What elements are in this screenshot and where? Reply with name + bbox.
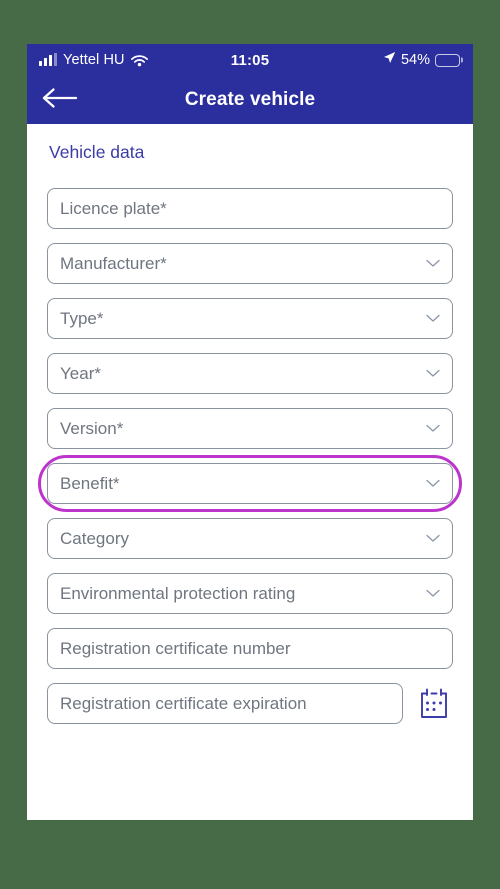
field-row: Type* — [47, 298, 453, 339]
battery-percent-label: 54% — [400, 52, 430, 68]
field-placeholder-label: Environmental protection rating — [60, 583, 296, 603]
calendar-icon[interactable] — [415, 684, 453, 724]
year-field[interactable]: Year* — [47, 353, 453, 394]
back-button[interactable] — [41, 83, 85, 117]
field-row: Category — [47, 518, 453, 559]
registration-certificate-expiration-field[interactable]: Registration certificate expiration — [47, 683, 403, 724]
field-placeholder-label: Year* — [60, 363, 101, 383]
manufacturer-field[interactable]: Manufacturer* — [47, 243, 453, 284]
field-placeholder-label: Version* — [60, 418, 124, 438]
registration-certificate-number-field[interactable]: Registration certificate number — [47, 628, 453, 669]
date-field-row: Registration certificate expiration — [47, 683, 453, 724]
field-row: Manufacturer* — [47, 243, 453, 284]
chevron-down-icon — [426, 589, 440, 597]
wifi-icon — [130, 54, 148, 67]
navigation-bar: Create vehicle — [27, 76, 473, 124]
field-placeholder-label: Category — [60, 528, 129, 548]
field-row: Licence plate* — [47, 188, 453, 229]
signal-bars-icon — [39, 53, 57, 66]
chevron-down-icon — [426, 479, 440, 487]
chevron-down-icon — [426, 534, 440, 542]
section-title: Vehicle data — [49, 142, 145, 162]
location-arrow-icon — [383, 51, 396, 69]
field-placeholder-label: Registration certificate number — [60, 638, 291, 658]
field-placeholder-label: Licence plate* — [60, 198, 167, 218]
version-field[interactable]: Version* — [47, 408, 453, 449]
chevron-down-icon — [426, 424, 440, 432]
field-placeholder-label: Benefit* — [60, 473, 120, 493]
chevron-down-icon — [426, 369, 440, 377]
chevron-down-icon — [426, 314, 440, 322]
fields-list: Licence plate* Manufacturer* Type* Year* Ver… — [38, 188, 462, 724]
status-bar-right: 54% — [383, 51, 463, 69]
field-placeholder-label: Manufacturer* — [60, 253, 167, 273]
form-content: Vehicle data Licence plate* Manufacturer*… — [27, 124, 473, 820]
category-field[interactable]: Category — [47, 518, 453, 559]
carrier-label: Yettel HU — [63, 52, 125, 68]
back-arrow-icon — [41, 87, 78, 114]
environmental-protection-rating-field[interactable]: Environmental protection rating — [47, 573, 453, 614]
benefit-field[interactable]: Benefit* — [47, 463, 453, 504]
status-bar-left: Yettel HU — [39, 52, 148, 68]
page-title: Create vehicle — [184, 89, 316, 110]
field-row: Benefit* — [38, 455, 462, 512]
field-row: Registration certificate number — [47, 628, 453, 669]
field-placeholder-label: Registration certificate expiration — [60, 693, 307, 713]
field-row: Year* — [47, 353, 453, 394]
phone-screen: Yettel HU 11:05 54% Create vehicle Vehic… — [27, 44, 473, 820]
chevron-down-icon — [426, 259, 440, 267]
field-placeholder-label: Type* — [60, 308, 104, 328]
status-bar: Yettel HU 11:05 54% — [27, 44, 473, 76]
field-row: Version* — [47, 408, 453, 449]
licence-plate-field[interactable]: Licence plate* — [47, 188, 453, 229]
battery-icon — [435, 53, 463, 67]
field-row: Environmental protection rating — [47, 573, 453, 614]
type-field[interactable]: Type* — [47, 298, 453, 339]
